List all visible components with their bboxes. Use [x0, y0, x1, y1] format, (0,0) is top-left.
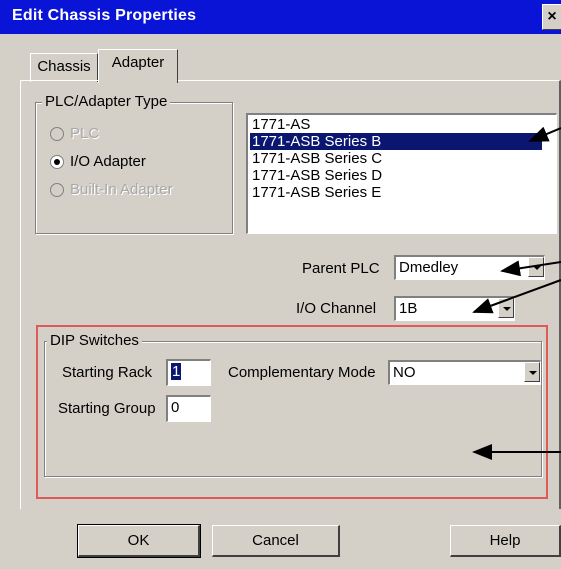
help-button[interactable]: Help	[450, 525, 561, 557]
list-item-selected[interactable]: 1771-ASB Series B	[250, 133, 542, 150]
tab-chassis[interactable]: Chassis	[30, 53, 98, 82]
io-channel-combo[interactable]: 1B	[394, 296, 515, 321]
plc-adapter-type-legend: PLC/Adapter Type	[42, 93, 171, 110]
radio-io-adapter-indicator[interactable]	[50, 155, 64, 169]
cancel-button[interactable]: Cancel	[212, 525, 340, 557]
title-bar: Edit Chassis Properties ×	[0, 0, 561, 34]
radio-plc-label: PLC	[70, 125, 100, 142]
tab-adapter[interactable]: Adapter	[98, 49, 178, 83]
radio-built-in-adapter-indicator	[50, 183, 64, 197]
parent-plc-combo[interactable]: Dmedley	[394, 255, 545, 280]
list-item[interactable]: 1771-ASB Series E	[252, 184, 381, 201]
chevron-down-icon[interactable]	[528, 257, 544, 277]
ok-button[interactable]: OK	[77, 524, 201, 558]
list-item[interactable]: 1771-AS	[252, 116, 310, 133]
close-button[interactable]: ×	[542, 4, 561, 30]
parent-plc-label: Parent PLC	[302, 260, 380, 277]
io-channel-value: 1B	[399, 300, 418, 317]
annotation-highlight-box	[36, 325, 548, 499]
series-listbox[interactable]: 1771-AS 1771-ASB Series B 1771-ASB Serie…	[246, 113, 557, 234]
chevron-down-icon[interactable]	[498, 298, 514, 318]
window-title: Edit Chassis Properties	[12, 7, 197, 24]
io-channel-label: I/O Channel	[296, 300, 377, 317]
radio-plc-indicator	[50, 127, 64, 141]
parent-plc-value: Dmedley	[399, 259, 459, 276]
list-item[interactable]: 1771-ASB Series C	[252, 150, 382, 167]
radio-io-adapter-label[interactable]: I/O Adapter	[70, 152, 146, 172]
radio-built-in-adapter-label: Built-In Adapter	[70, 181, 173, 198]
list-item[interactable]: 1771-ASB Series D	[252, 167, 382, 184]
